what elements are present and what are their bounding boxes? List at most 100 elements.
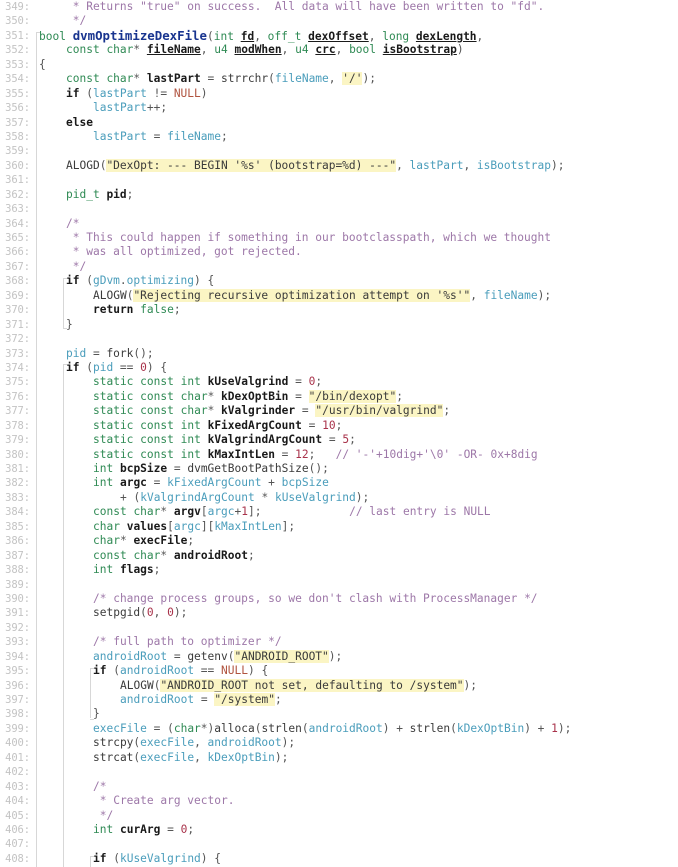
code-line[interactable]: 351: bool dvmOptimizeDexFile(int fd, off_… xyxy=(0,28,678,44)
code-line[interactable]: 391: setpgid(0, 0); xyxy=(0,606,678,620)
code-line[interactable]: 365: * This could happen if something in… xyxy=(0,231,678,245)
code-line[interactable]: 353: { xyxy=(0,58,678,72)
code-line[interactable]: 402: xyxy=(0,765,678,779)
token-plain: ALOGD xyxy=(66,158,100,172)
code-line[interactable]: 396: ALOGW("ANDROID_ROOT not set, default… xyxy=(0,678,678,693)
token-punc: ; xyxy=(153,563,161,577)
code-line[interactable]: 407: xyxy=(0,837,678,851)
code-line[interactable]: 386: char* execFile; xyxy=(0,534,678,548)
code-line[interactable]: 390: /* change process groups, so we don'… xyxy=(0,592,678,606)
code-line[interactable]: 355: if (lastPart != NULL) xyxy=(0,87,678,101)
code-line[interactable]: 381: int bcpSize = dvmGetBootPathSize(); xyxy=(0,462,678,476)
token-kw: int xyxy=(213,29,234,43)
line-number: 399: xyxy=(5,722,30,735)
code-line[interactable]: 406: int curArg = 0; xyxy=(0,823,678,837)
token-punc: ( xyxy=(79,274,93,288)
token-str: "DexOpt: --- BEGIN '%s' (bootstrap=%d) -… xyxy=(106,158,397,172)
code-line[interactable]: 357: else xyxy=(0,116,678,130)
code-line[interactable]: 389: xyxy=(0,578,678,592)
code-line[interactable]: 376: static const char* kDexOptBin = "/bi… xyxy=(0,389,678,404)
code-line[interactable]: 378: static const int kFixedArgCount = 10… xyxy=(0,419,678,433)
code-line[interactable]: 350: */ xyxy=(0,14,678,28)
source-code-viewer[interactable]: 349: * Returns "true" on success. All da… xyxy=(0,0,678,867)
token-punc: ; xyxy=(396,389,403,403)
token-punc: *) xyxy=(200,721,215,735)
code-line[interactable]: 366: * was all optimized, got rejected. xyxy=(0,245,678,259)
code-line[interactable]: 397: androidRoot = "/system"; xyxy=(0,693,678,707)
token-punc: , xyxy=(470,288,484,302)
code-line[interactable]: 404: * Create arg vector. xyxy=(0,794,678,808)
code-text: bool dvmOptimizeDexFile(int fd, off_t de… xyxy=(31,28,678,44)
code-line[interactable]: 392: xyxy=(0,621,678,635)
code-line[interactable]: 368: if (gDvm.optimizing) { xyxy=(0,274,678,288)
code-line[interactable]: 382: int argc = kFixedArgCount + bcpSize xyxy=(0,476,678,490)
code-text: static const char* kValgrinder = "/usr/b… xyxy=(31,404,678,418)
code-line[interactable]: 408: if (kUseValgrind) { xyxy=(0,852,678,866)
token-punc: ; xyxy=(308,447,336,461)
code-line[interactable]: 371:} xyxy=(0,318,678,332)
code-line[interactable]: 405: */ xyxy=(0,809,678,823)
code-line[interactable]: 375: static const int kUseValgrind = 0; xyxy=(0,375,678,389)
token-param: dexLength xyxy=(415,29,477,43)
code-line[interactable]: 367: */ xyxy=(0,260,678,274)
line-number: 352: xyxy=(5,44,30,57)
code-line[interactable]: 360: ALOGD("DexOpt: --- BEGIN '%s' (boots… xyxy=(0,158,678,173)
code-line[interactable]: 374: if (pid == 0) { xyxy=(0,361,678,375)
code-line[interactable]: 364: /* xyxy=(0,217,678,231)
code-line[interactable]: 377: static const char* kValgrinder = "/u… xyxy=(0,404,678,418)
line-number: 383: xyxy=(5,491,30,504)
code-line[interactable]: 372: xyxy=(0,332,678,346)
token-punc: ++; xyxy=(146,101,168,115)
code-line[interactable]: 352: const char* fileName, u4 modWhen, u4… xyxy=(0,43,678,57)
code-line[interactable]: 398:} xyxy=(0,707,678,721)
code-line[interactable]: 363: xyxy=(0,202,678,216)
token-plain: ALOGW xyxy=(120,678,154,692)
code-line[interactable]: 356: lastPart++; xyxy=(0,101,678,115)
code-line[interactable]: 403: /* xyxy=(0,780,678,794)
code-line[interactable]: 359: xyxy=(0,144,678,158)
code-line[interactable]: 384: const char* argv[argc+1]; // last en… xyxy=(0,505,678,519)
token-punc: = ( xyxy=(146,721,174,735)
token-decl: values xyxy=(126,519,168,533)
token-cmt: /* change process groups, so we don't cl… xyxy=(93,591,538,605)
code-line[interactable]: 399: execFile = (char*)alloca(strlen(andr… xyxy=(0,722,678,736)
code-line[interactable]: 394: androidRoot = getenv("ANDROID_ROOT")… xyxy=(0,649,678,664)
code-line[interactable]: 395: if (androidRoot == NULL) { xyxy=(0,664,678,678)
code-line[interactable]: 373: pid = fork(); xyxy=(0,347,678,361)
token-punc: ) { xyxy=(146,360,168,374)
code-line[interactable]: 349: * Returns "true" on success. All da… xyxy=(0,0,678,14)
token-decl: kDexOptBin xyxy=(221,389,289,403)
code-line[interactable]: 379: static const int kValgrindArgCount =… xyxy=(0,433,678,447)
code-line[interactable]: 369: ALOGW("Rejecting recursive optimizat… xyxy=(0,288,678,303)
code-text: int bcpSize = dvmGetBootPathSize(); xyxy=(31,462,678,476)
code-line[interactable]: 383: + (kValgrindArgCount * kUseValgrind)… xyxy=(0,491,678,505)
token-param: isBootstrap xyxy=(382,43,457,57)
token-punc: , xyxy=(368,29,383,43)
code-line[interactable]: 401: strcat(execFile, kDexOptBin); xyxy=(0,751,678,765)
code-line[interactable]: 354: const char* lastPart = strrchr(fileN… xyxy=(0,72,678,86)
token-punc: , xyxy=(194,736,208,750)
token-decl: bcpSize xyxy=(119,462,168,475)
code-line[interactable]: 388: int flags; xyxy=(0,563,678,577)
token-decl: if xyxy=(66,360,80,374)
code-line[interactable]: 393: /* full path to optimizer */ xyxy=(0,635,678,649)
token-ident: androidRoot xyxy=(308,721,383,735)
token-kw: false xyxy=(140,303,174,317)
code-line[interactable]: 385: char values[argc][kMaxIntLen]; xyxy=(0,520,678,534)
code-line[interactable]: 362: pid_t pid; xyxy=(0,188,678,202)
code-text: } xyxy=(31,318,678,332)
token-ident: kDexOptBin xyxy=(456,721,525,735)
code-line[interactable]: 370: return false; xyxy=(0,303,678,317)
code-line[interactable]: 387: const char* androidRoot; xyxy=(0,549,678,563)
code-text: int flags; xyxy=(31,563,678,577)
token-punc: ); xyxy=(355,490,370,504)
token-decl: kValgrindArgCount xyxy=(207,433,323,447)
code-lines-container[interactable]: 349: * Returns "true" on success. All da… xyxy=(0,0,678,867)
code-line[interactable]: 380: static const int kMaxIntLen = 12; //… xyxy=(0,448,678,462)
code-line[interactable]: 361: xyxy=(0,173,678,187)
token-str: "/system" xyxy=(214,693,275,706)
code-line[interactable]: 400: strcpy(execFile, androidRoot); xyxy=(0,736,678,750)
code-line[interactable]: 358: lastPart = fileName; xyxy=(0,130,678,144)
